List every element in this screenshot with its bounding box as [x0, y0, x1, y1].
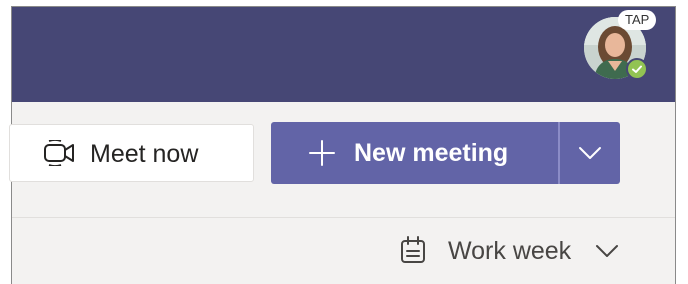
chevron-down-icon [578, 145, 602, 161]
new-meeting-button[interactable]: New meeting [271, 122, 558, 184]
new-meeting-label: New meeting [354, 139, 509, 167]
meet-now-button[interactable]: Meet now [9, 124, 254, 182]
view-selector[interactable]: Work week [400, 234, 630, 270]
title-bar [12, 7, 675, 102]
tap-badge: TAP [618, 10, 657, 30]
plus-icon [309, 140, 335, 166]
calendar-icon [400, 236, 426, 264]
new-meeting-dropdown-button[interactable] [560, 122, 620, 184]
presence-available-icon [626, 58, 648, 80]
view-selector-label: Work week [448, 237, 572, 265]
meet-now-label: Meet now [90, 140, 199, 168]
video-camera-icon [43, 139, 77, 167]
toolbar-divider [12, 217, 675, 218]
chevron-down-icon [595, 244, 619, 259]
